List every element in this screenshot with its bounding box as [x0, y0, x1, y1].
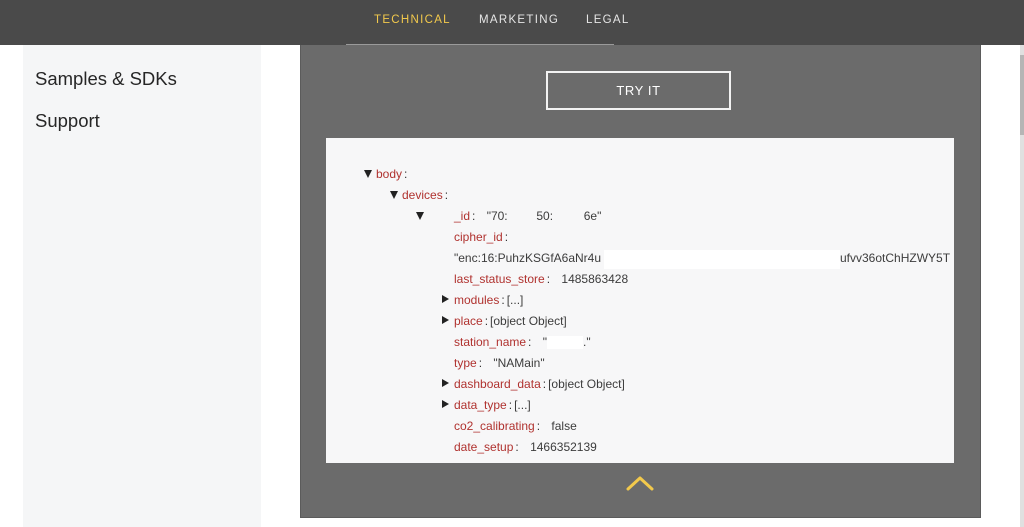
json-value-last-status-store: 1485863428 — [561, 272, 629, 286]
nav-technical[interactable]: TECHNICAL — [374, 14, 451, 26]
json-row-body: body: — [376, 167, 408, 181]
json-value-dashboard-data: [object Object] — [548, 377, 625, 391]
json-row-data-type: data_type: [...] — [454, 398, 531, 412]
json-key-devices: devices — [402, 188, 443, 202]
json-key-type: type — [454, 356, 477, 370]
expand-device-0-icon[interactable] — [416, 212, 424, 220]
json-row-dashboard-data: dashboard_data: [object Object] — [454, 377, 625, 391]
json-value-cipher-id-tail: ufvv36otChHZWY5T — [840, 251, 950, 265]
json-value-modules: [...] — [506, 293, 524, 307]
json-value-cipher-id-part1: "enc:16:PuhzKSGfA6aNr4u — [454, 251, 602, 265]
json-value-data-type: [...] — [514, 398, 531, 412]
json-key-date-setup: date_setup — [454, 440, 514, 454]
json-key-modules: modules — [454, 293, 500, 307]
json-key-co2-calibrating: co2_calibrating — [454, 419, 535, 433]
expand-dashboard-data-icon[interactable] — [442, 379, 449, 387]
json-value-type: "NAMain" — [493, 356, 545, 370]
json-value-station-name-close: ." — [583, 335, 591, 349]
json-value-place: [object Object] — [490, 314, 567, 328]
expand-data-type-icon[interactable] — [442, 400, 449, 408]
json-row-last-status-store: last_status_store: 1485863428 — [454, 272, 629, 286]
json-row-station-name: station_name: " ." — [454, 335, 591, 350]
json-value-cipher-id: "enc:16:PuhzKSGfA6aNr4u — [454, 251, 601, 265]
json-row-type: type: "NAMain" — [454, 356, 545, 370]
json-row-date-setup: date_setup: 1466352139 — [454, 440, 597, 454]
json-key-station-name: station_name — [454, 335, 527, 349]
json-response-viewer: body: devices: _id: "70: 50: 6e" cipher_… — [326, 138, 954, 463]
page-scrollbar[interactable] — [1020, 45, 1024, 527]
json-value-date-setup: 1466352139 — [530, 440, 597, 454]
try-it-button[interactable]: TRY IT — [546, 71, 731, 110]
nav-legal[interactable]: LEGAL — [586, 14, 630, 26]
top-navigation: TECHNICAL MARKETING LEGAL — [0, 0, 1024, 45]
json-value-cipher-id-part2: ufvv36otChHZWY5T — [840, 251, 951, 265]
scrollbar-thumb[interactable] — [1020, 55, 1024, 135]
redaction-block — [604, 250, 840, 269]
json-value-id-part3: 6e" — [583, 209, 602, 223]
json-row-modules: modules: [...] — [454, 293, 524, 307]
json-value-co2-calibrating: false — [551, 419, 577, 433]
json-row-cipher-id: cipher_id: — [454, 230, 509, 244]
json-key-data-type: data_type — [454, 398, 507, 412]
json-key-id: _id — [454, 209, 471, 223]
json-key-place: place — [454, 314, 483, 328]
json-key-dashboard-data: dashboard_data — [454, 377, 541, 391]
json-row-devices: devices: — [402, 188, 449, 202]
sidebar-item-support[interactable]: Support — [35, 110, 100, 132]
json-key-cipher-id: cipher_id — [454, 230, 503, 244]
nav-marketing[interactable]: MARKETING — [479, 14, 559, 26]
json-value-id-part1: "70: — [486, 209, 508, 223]
json-key-last-status-store: last_status_store — [454, 272, 545, 286]
json-row-id: _id: "70: 50: 6e" — [454, 209, 602, 223]
sidebar-item-samples-sdks[interactable]: Samples & SDKs — [35, 68, 177, 90]
json-row-co2-calibrating: co2_calibrating: false — [454, 419, 577, 433]
expand-body-icon[interactable] — [364, 170, 372, 178]
chevron-up-icon[interactable] — [625, 475, 655, 491]
json-row-place: place: [object Object] — [454, 314, 567, 328]
sidebar: Samples & SDKs Support — [23, 45, 261, 527]
json-key-body: body — [376, 167, 403, 181]
json-value-id-part2: 50: — [536, 209, 554, 223]
expand-place-icon[interactable] — [442, 316, 449, 324]
expand-modules-icon[interactable] — [442, 295, 449, 303]
expand-devices-icon[interactable] — [390, 191, 398, 199]
api-console-panel: TRY IT body: devices: _id: "70: 50: 6e" … — [300, 45, 981, 518]
